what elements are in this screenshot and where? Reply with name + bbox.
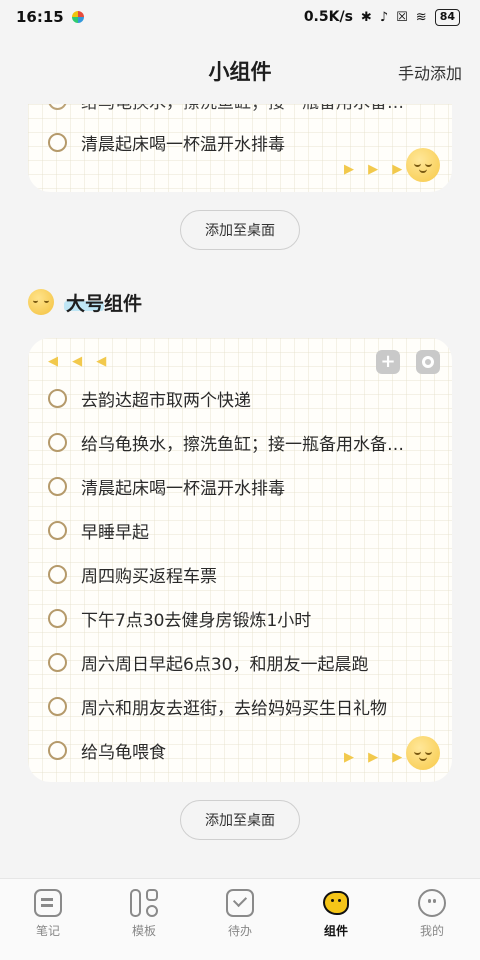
bottom-navigation: 笔记 模板 待办 组件 我的 bbox=[0, 878, 480, 960]
note-icon bbox=[34, 889, 62, 917]
nav-label: 笔记 bbox=[35, 924, 60, 938]
wifi-icon: ≋ bbox=[415, 9, 427, 25]
todo-text: 清晨起床喝一杯温开水排毒 bbox=[81, 478, 285, 499]
todo-checkbox[interactable] bbox=[48, 132, 67, 152]
status-time: 16:15 bbox=[16, 8, 64, 26]
todo-text: 给乌龟换水，擦洗鱼缸；接一瓶备用水备… bbox=[81, 104, 436, 113]
nav-label: 我的 bbox=[419, 924, 444, 938]
sim-icon: ☒ bbox=[396, 9, 408, 25]
add-to-desktop-button[interactable]: 添加至桌面 bbox=[180, 210, 300, 250]
manual-add-button[interactable]: 手动添加 bbox=[398, 60, 462, 84]
todo-item[interactable]: 周六周日早起6点30，和朋友一起晨跑 bbox=[48, 644, 436, 680]
nav-label: 组件 bbox=[323, 924, 348, 938]
todo-item[interactable]: 周四购买返程车票 bbox=[48, 556, 436, 592]
todo-item[interactable]: 下午7点30去健身房锻炼1小时 bbox=[48, 600, 436, 636]
arrows-right-icon: ▶ ▶ ▶ bbox=[344, 162, 408, 177]
section-title: 大号组件 bbox=[63, 289, 142, 316]
profile-icon bbox=[418, 889, 446, 917]
todo-text: 清晨起床喝一杯温开水排毒 bbox=[81, 134, 285, 155]
nav-label: 模板 bbox=[131, 924, 156, 938]
todo-icon bbox=[226, 889, 254, 917]
todo-item[interactable]: 去韵达超市取两个快递 bbox=[48, 380, 436, 416]
add-to-desktop-button[interactable]: 添加至桌面 bbox=[180, 800, 300, 840]
todo-text: 下午7点30去健身房锻炼1小时 bbox=[81, 610, 312, 631]
todo-text: 周六和朋友去逛街，去给妈妈买生日礼物 bbox=[81, 698, 387, 719]
header: 小组件 手动添加 bbox=[0, 48, 480, 94]
settings-icon[interactable] bbox=[416, 350, 440, 374]
nav-item-notes[interactable]: 笔记 bbox=[13, 889, 83, 960]
arrows-left-icon: ◀ ◀ ◀ bbox=[48, 354, 112, 369]
arrows-right-icon: ▶ ▶ ▶ bbox=[344, 750, 408, 765]
todo-item[interactable]: 清晨起床喝一杯温开水排毒 bbox=[48, 468, 436, 504]
todo-checkbox[interactable] bbox=[48, 608, 67, 628]
todo-text: 周四购买返程车票 bbox=[81, 566, 217, 587]
large-widget-preview[interactable]: ◀ ◀ ◀ + 去韵达超市取两个快递 给乌龟换水，擦洗鱼缸；接一瓶备用水备… 清… bbox=[28, 338, 452, 782]
nav-item-profile[interactable]: 我的 bbox=[397, 889, 467, 960]
smiley-face-icon bbox=[406, 148, 440, 182]
todo-item[interactable]: 给乌龟换水，擦洗鱼缸；接一瓶备用水备… bbox=[48, 104, 436, 118]
smiley-face-icon bbox=[28, 289, 54, 315]
small-widget-preview[interactable]: 给乌龟换水，擦洗鱼缸；接一瓶备用水备… 清晨起床喝一杯温开水排毒 ▶ ▶ ▶ bbox=[28, 104, 452, 192]
add-icon[interactable]: + bbox=[376, 350, 400, 374]
template-icon bbox=[130, 889, 158, 917]
todo-item[interactable]: 给乌龟换水，擦洗鱼缸；接一瓶备用水备… bbox=[48, 424, 436, 460]
widget-icon bbox=[322, 889, 350, 917]
todo-text: 早睡早起 bbox=[81, 522, 149, 543]
nav-item-templates[interactable]: 模板 bbox=[109, 889, 179, 960]
todo-item[interactable]: 早睡早起 bbox=[48, 512, 436, 548]
todo-checkbox[interactable] bbox=[48, 432, 67, 452]
todo-item[interactable]: 清晨起床喝一杯温开水排毒 bbox=[48, 124, 436, 160]
page-title: 小组件 bbox=[208, 60, 272, 84]
todo-checkbox[interactable] bbox=[48, 104, 67, 110]
todo-item[interactable]: 周六和朋友去逛街，去给妈妈买生日礼物 bbox=[48, 688, 436, 724]
nav-label: 待办 bbox=[227, 924, 252, 938]
section-header: 大号组件 bbox=[28, 286, 142, 318]
todo-checkbox[interactable] bbox=[48, 520, 67, 540]
battery-icon: 84 bbox=[434, 8, 460, 26]
app-notification-icon bbox=[71, 11, 84, 23]
network-speed: 0.5K/s bbox=[303, 9, 353, 25]
todo-checkbox[interactable] bbox=[48, 740, 67, 760]
mute-icon: ♪ bbox=[379, 9, 389, 25]
todo-text: 给乌龟换水，擦洗鱼缸；接一瓶备用水备… bbox=[81, 434, 404, 455]
todo-checkbox[interactable] bbox=[48, 388, 67, 408]
todo-text: 去韵达超市取两个快递 bbox=[81, 390, 251, 411]
todo-checkbox[interactable] bbox=[48, 696, 67, 716]
bluetooth-icon: ✱ bbox=[360, 9, 372, 25]
status-bar: 16:15 0.5K/s ✱ ♪ ☒ ≋ 84 bbox=[0, 0, 480, 34]
todo-checkbox[interactable] bbox=[48, 564, 67, 584]
nav-item-widgets[interactable]: 组件 bbox=[301, 889, 371, 960]
todo-checkbox[interactable] bbox=[48, 652, 67, 672]
nav-item-todo[interactable]: 待办 bbox=[205, 889, 275, 960]
todo-text: 周六周日早起6点30，和朋友一起晨跑 bbox=[81, 654, 369, 675]
smiley-face-icon bbox=[406, 736, 440, 770]
todo-checkbox[interactable] bbox=[48, 476, 67, 496]
